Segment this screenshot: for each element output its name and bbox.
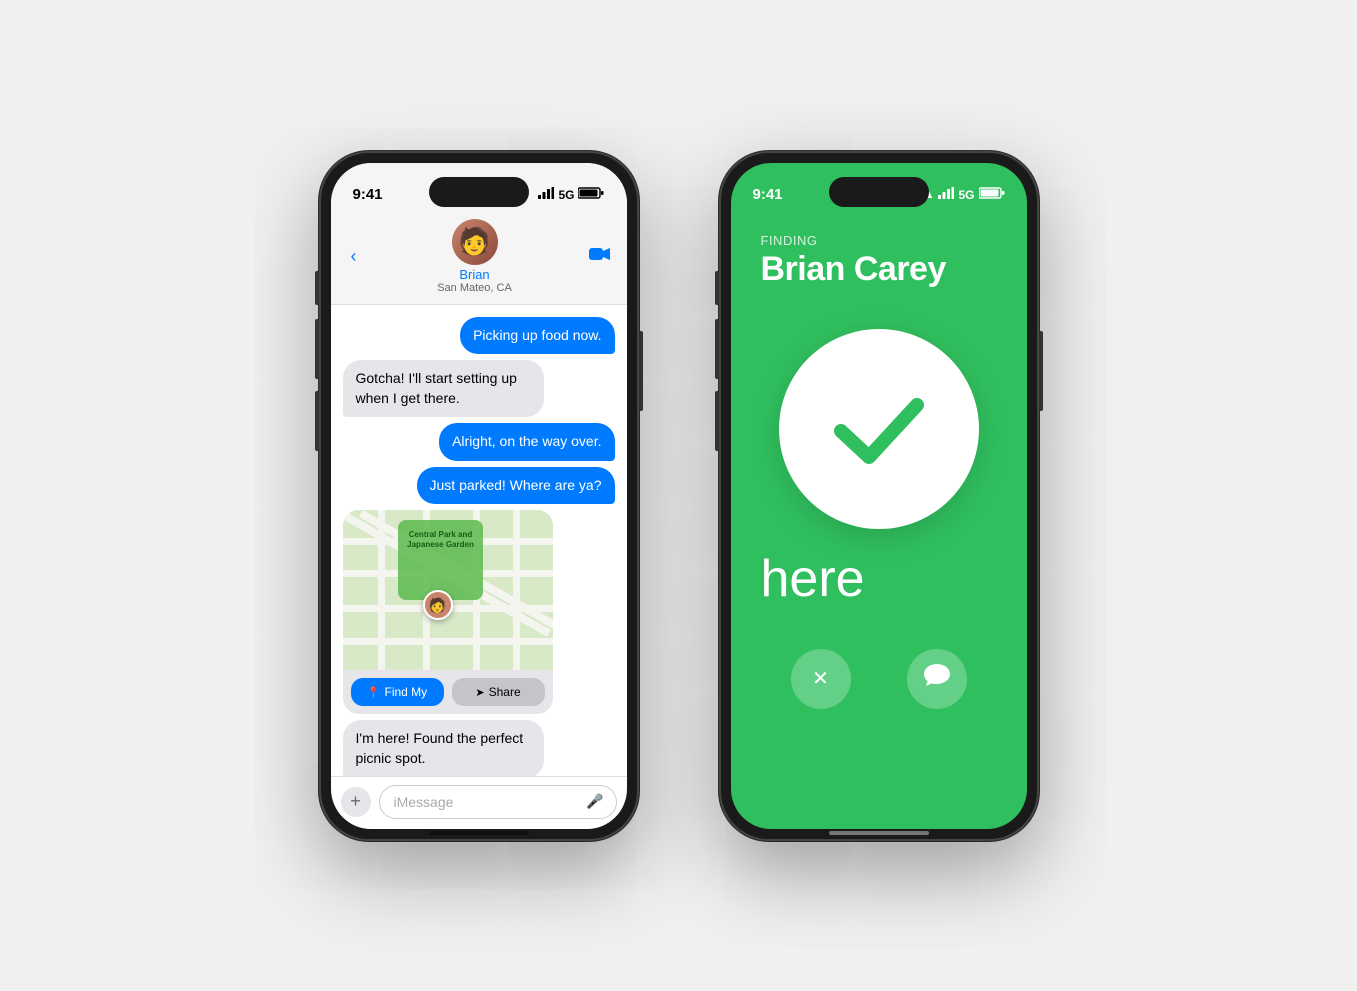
contact-name: Brian (459, 267, 489, 282)
message-input-bar: + iMessage 🎤 (331, 776, 627, 829)
messages-phone: 9:41 5G ‹ 🧑 Brian San M (319, 151, 639, 841)
finding-name: Brian Carey (761, 250, 997, 289)
findmy-header: FINDING Brian Carey (731, 213, 1027, 299)
findmy-phone: 9:41 ▲ 5G FINDING Brian Carey (719, 151, 1039, 841)
message-list: Picking up food now. Gotcha! I'll start … (331, 305, 627, 776)
dynamic-island-left (429, 177, 529, 207)
message-button[interactable] (907, 649, 967, 709)
found-checkmark (779, 329, 979, 529)
contact-avatar: 🧑 (452, 219, 498, 265)
findmy-battery-icon (979, 187, 1005, 202)
findmy-actions: ✕ (731, 609, 1027, 739)
home-indicator-white (829, 831, 929, 835)
share-button[interactable]: ➤ Share (452, 678, 545, 706)
findmy-status-icons: ▲ 5G (924, 187, 1005, 202)
signal-bars-icon (538, 187, 554, 202)
close-icon: ✕ (812, 666, 829, 691)
findmy-5g-label: 5G (958, 188, 974, 202)
find-my-button[interactable]: 📍 Find My (351, 678, 444, 706)
message-bubble-5: I'm here! Found the perfect picnic spot. (343, 720, 544, 775)
plus-icon: + (350, 791, 361, 812)
back-button[interactable]: ‹ (347, 242, 361, 271)
message-bubble-4: Just parked! Where are ya? (417, 467, 615, 505)
status-icons: 5G (538, 187, 604, 202)
message-bubble-1: Picking up food now. (460, 317, 614, 355)
video-call-button[interactable] (589, 246, 611, 267)
map-image: Central Park andJapanese Garden 🧑 (343, 510, 553, 670)
here-text: here (731, 549, 1027, 609)
findmy-signal-bars-icon (938, 187, 954, 202)
message-bubble-2: Gotcha! I'll start setting up when I get… (343, 360, 544, 417)
location-map-bubble[interactable]: Central Park andJapanese Garden 🧑 📍 Find… (343, 510, 553, 714)
map-actions: 📍 Find My ➤ Share (343, 670, 553, 714)
share-icon: ➤ (475, 686, 484, 699)
status-time: 9:41 (353, 186, 383, 203)
imessage-placeholder: iMessage (394, 794, 454, 810)
findmy-status-time: 9:41 (753, 186, 783, 203)
contact-info[interactable]: 🧑 Brian San Mateo, CA (437, 219, 512, 294)
battery-icon (578, 187, 604, 202)
contact-location: San Mateo, CA (437, 282, 512, 294)
add-attachment-button[interactable]: + (341, 787, 371, 817)
message-bubble-3: Alright, on the way over. (439, 423, 614, 461)
imessage-input-wrapper[interactable]: iMessage 🎤 (379, 785, 617, 819)
message-icon (924, 664, 950, 693)
mic-icon: 🎤 (586, 793, 603, 810)
dynamic-island-right (829, 177, 929, 207)
find-my-icon: 📍 (367, 686, 381, 699)
findmy-screen: 9:41 ▲ 5G FINDING Brian Carey (731, 163, 1027, 829)
close-button[interactable]: ✕ (791, 649, 851, 709)
messages-header: ‹ 🧑 Brian San Mateo, CA (331, 213, 627, 305)
home-indicator (429, 831, 529, 835)
5g-label: 5G (558, 188, 574, 202)
finding-label: FINDING (761, 233, 997, 248)
messages-screen: 9:41 5G ‹ 🧑 Brian San M (331, 163, 627, 829)
